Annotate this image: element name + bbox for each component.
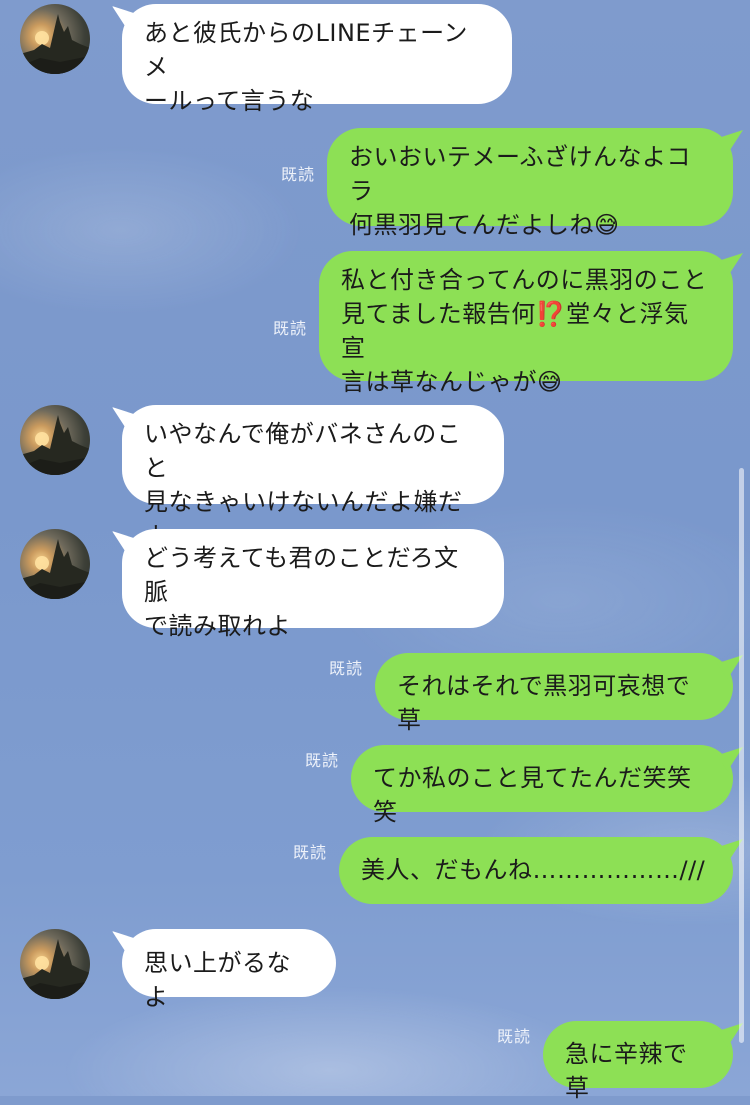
message-bubble-outgoing[interactable]: てか私のこと見てたんだ笑笑笑 <box>351 745 733 826</box>
scrollbar[interactable] <box>739 468 744 1043</box>
message-bubble-outgoing[interactable]: それはそれで黒羽可哀想で草 <box>375 653 733 734</box>
message-bubble-outgoing[interactable]: 私と付き合ってんのに黒羽のこと 見てました報告何⁉️堂々と浮気宣 言は草なんじゃ… <box>319 251 733 396</box>
avatar[interactable] <box>20 405 90 475</box>
avatar[interactable] <box>20 929 90 999</box>
chat-view[interactable]: あと彼氏からのLINEチェーンメ ールって言うな 既読 おいおいテメーふざけんな… <box>0 0 750 1102</box>
message-bubble-incoming[interactable]: どう考えても君のことだろ文脈 で読み取れよ <box>122 529 504 640</box>
read-receipt: 既読 <box>329 659 364 678</box>
avatar[interactable] <box>20 529 90 599</box>
castle-sunset-avatar-icon <box>20 939 90 999</box>
message-bubble-incoming[interactable]: いやなんで俺がバネさんのこと 見なきゃいけないんだよ嫌だよ <box>122 405 504 550</box>
read-receipt: 既読 <box>281 165 316 184</box>
read-receipt: 既読 <box>497 1027 532 1046</box>
read-receipt: 既読 <box>293 843 328 862</box>
avatar[interactable] <box>20 4 90 74</box>
castle-sunset-avatar-icon <box>20 14 90 74</box>
message-bubble-incoming[interactable]: あと彼氏からのLINEチェーンメ ールって言うな <box>122 4 512 115</box>
castle-sunset-avatar-icon <box>20 415 90 475</box>
message-bubble-incoming[interactable]: 思い上がるなよ <box>122 929 336 1011</box>
castle-sunset-avatar-icon <box>20 539 90 599</box>
read-receipt: 既読 <box>273 319 308 338</box>
read-receipt: 既読 <box>305 751 340 770</box>
message-bubble-outgoing[interactable]: 急に辛辣で草 <box>543 1021 733 1102</box>
message-bubble-outgoing[interactable]: 美人、だもんね………………/// <box>339 837 733 904</box>
message-bubble-outgoing[interactable]: おいおいテメーふざけんなよコラ 何黒羽見てんだよしね😅 <box>327 128 733 239</box>
